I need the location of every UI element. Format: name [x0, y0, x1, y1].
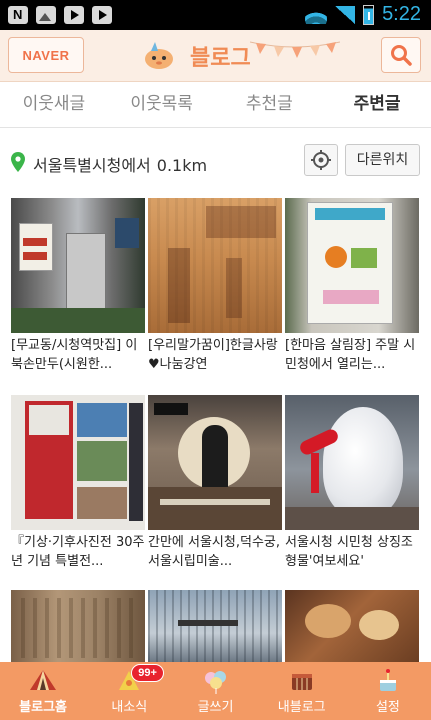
other-location-button[interactable]: 다른위치: [345, 144, 420, 176]
current-location-button[interactable]: [304, 144, 338, 176]
post-card[interactable]: 서울시청 시민청 상징조형물'여보세요': [285, 395, 419, 573]
naver-button[interactable]: NAVER: [8, 37, 84, 73]
play-store-icon: [64, 6, 84, 24]
notification-badge: 99+: [131, 664, 164, 682]
post-card[interactable]: [우리말가꿈이]한글사랑♥나눔강연: [148, 198, 282, 376]
post-card[interactable]: [11, 590, 145, 662]
location-distance: 0.1km: [156, 156, 208, 175]
post-card[interactable]: [285, 590, 419, 662]
nav-my-blog[interactable]: 내블로그: [259, 662, 345, 720]
cake-settings-icon: [379, 669, 396, 691]
nav-label: 내블로그: [277, 700, 326, 715]
location-row: 서울특별시청에서 0.1km 다른위치: [0, 128, 431, 190]
post-thumbnail[interactable]: [285, 198, 419, 333]
blog-logo: 블로그: [140, 36, 340, 76]
search-icon: [391, 45, 412, 66]
nav-label: 내소식: [111, 700, 148, 715]
location-label: 서울특별시청에서 0.1km: [33, 152, 207, 176]
nav-blog-home[interactable]: 블로그홈: [0, 662, 86, 720]
nav-my-news[interactable]: 99+ 내소식: [86, 662, 172, 720]
play-store-icon: [92, 6, 112, 24]
post-card[interactable]: [무교동/시청역맛집] 이북손만두(시원한...: [11, 198, 145, 376]
post-caption: 『기상·기후사진전 30주년 기념 특별전...: [11, 535, 145, 569]
post-caption: [무교동/시청역맛집] 이북손만두(시원한...: [11, 338, 138, 372]
drum-myblog-icon: [291, 674, 312, 690]
post-thumbnail[interactable]: [148, 590, 282, 662]
nav-settings[interactable]: 설정: [345, 662, 431, 720]
clock: 5:22: [382, 3, 421, 25]
post-caption: [한마음 살림장] 주말 시민청에서 열리는...: [285, 338, 416, 372]
location-pin-icon: [11, 152, 25, 172]
nav-write[interactable]: 글쓰기: [172, 662, 258, 720]
tab-recommended[interactable]: 추천글: [216, 82, 324, 127]
blog-mascot-icon: [145, 42, 173, 69]
post-caption: 서울시청 시민청 상징조형물'여보세요': [285, 535, 413, 569]
post-card[interactable]: [148, 590, 282, 662]
nav-label: 블로그홈: [19, 700, 68, 715]
system-icons: 5:22: [305, 3, 421, 26]
wifi-icon: [305, 6, 328, 24]
image-icon: [36, 6, 56, 24]
tab-neighbor-posts[interactable]: 이웃새글: [0, 82, 108, 127]
nav-label: 설정: [375, 700, 400, 715]
signal-icon: [335, 5, 356, 24]
post-thumbnail[interactable]: [148, 395, 282, 530]
tent-home-icon: [30, 670, 57, 690]
bunting-decoration: [250, 41, 340, 58]
blog-logo-text: 블로그: [190, 46, 251, 71]
battery-icon: [363, 4, 375, 25]
tab-nearby-posts[interactable]: 주변글: [323, 82, 431, 127]
balloons-write-icon: [204, 671, 226, 694]
post-thumbnail[interactable]: [285, 395, 419, 530]
tab-neighbor-list[interactable]: 이웃목록: [108, 82, 216, 127]
post-thumbnail[interactable]: [11, 395, 145, 530]
search-button[interactable]: [381, 37, 421, 73]
post-thumbnail[interactable]: [148, 198, 282, 333]
post-card[interactable]: [한마음 살림장] 주말 시민청에서 열리는...: [285, 198, 419, 376]
location-place: 서울특별시청에서: [33, 156, 151, 175]
naver-notification-icon: [8, 6, 28, 24]
post-card[interactable]: 『기상·기후사진전 30주년 기념 특별전...: [11, 395, 145, 573]
post-thumbnail[interactable]: [11, 590, 145, 662]
gps-target-icon: [311, 150, 331, 170]
bottom-nav: 블로그홈 99+ 내소식 글쓰기 내블로그 설정: [0, 662, 431, 720]
post-thumbnail[interactable]: [285, 590, 419, 662]
notification-icons: [8, 6, 112, 24]
tab-bar: 이웃새글 이웃목록 추천글 주변글: [0, 82, 431, 128]
status-bar: 5:22: [0, 0, 431, 30]
post-caption: [우리말가꿈이]한글사랑♥나눔강연: [148, 338, 278, 372]
post-thumbnail[interactable]: [11, 198, 145, 333]
post-card[interactable]: 간만에 서울시청,덕수궁,서울시립미술...: [148, 395, 282, 573]
nav-label: 글쓰기: [197, 700, 234, 715]
post-caption: 간만에 서울시청,덕수궁,서울시립미술...: [148, 535, 280, 569]
app-header: NAVER 블로그: [0, 30, 431, 82]
